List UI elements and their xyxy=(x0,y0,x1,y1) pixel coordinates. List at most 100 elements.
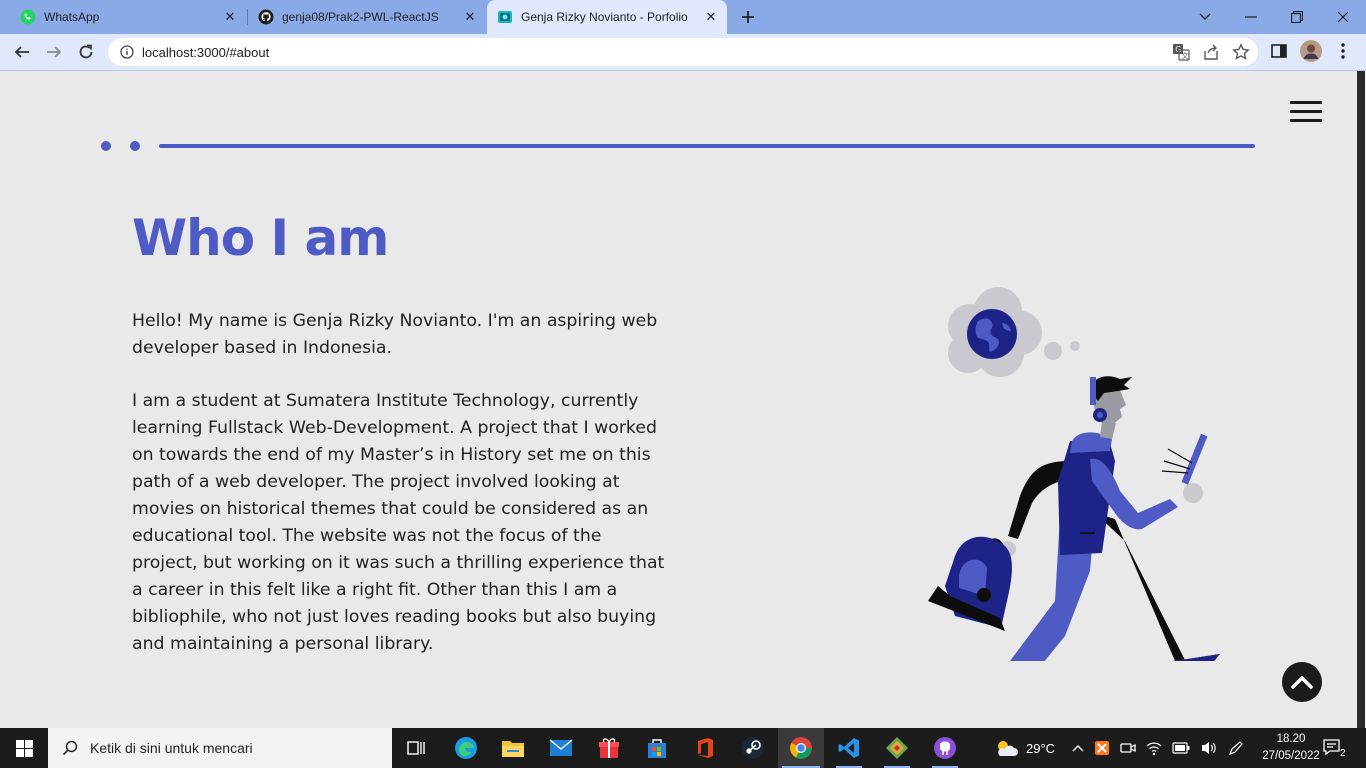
chevron-down-icon xyxy=(1199,13,1211,20)
chrome-button[interactable] xyxy=(778,728,824,768)
restore-icon xyxy=(1291,11,1303,23)
star-icon[interactable] xyxy=(1232,43,1250,61)
hand xyxy=(1183,483,1203,503)
info-icon[interactable] xyxy=(120,45,134,59)
close-icon[interactable]: ✕ xyxy=(703,9,719,25)
translate-icon[interactable]: G文 xyxy=(1172,43,1190,61)
scroll-to-top-button[interactable] xyxy=(1282,662,1322,702)
system-tray xyxy=(1072,728,1244,768)
weather-widget[interactable]: 29°C xyxy=(994,728,1055,768)
page-scrollbar[interactable] xyxy=(1356,71,1366,728)
tab-title: genja08/Prak2-PWL-ReactJS xyxy=(282,10,439,24)
scrollbar-thumb[interactable] xyxy=(1357,71,1365,728)
page-viewport: Who I am Hello! My name is Genja Rizky N… xyxy=(0,71,1356,728)
battery-icon[interactable] xyxy=(1172,742,1190,754)
url-text[interactable]: localhost:3000/#about xyxy=(142,45,269,60)
globe-icon xyxy=(967,309,1017,359)
close-icon[interactable]: ✕ xyxy=(462,9,478,25)
chevron-up-icon[interactable] xyxy=(1072,744,1084,752)
arrow-left-icon xyxy=(14,46,29,58)
decor-dot xyxy=(101,141,111,151)
edge-icon xyxy=(455,737,477,759)
whatsapp-icon xyxy=(20,9,36,25)
windows-icon xyxy=(15,739,33,757)
notification-count: 2 xyxy=(1340,747,1346,759)
clock-time: 18.20 xyxy=(1276,733,1306,745)
office-icon xyxy=(698,738,713,758)
side-panel-icon xyxy=(1271,44,1287,58)
steam-button[interactable] xyxy=(730,728,776,768)
xampp-icon[interactable] xyxy=(1094,740,1110,756)
windows-taskbar: Ketik di sini untuk mencari 29°C 18.20 2… xyxy=(0,728,1366,768)
back-button[interactable] xyxy=(8,38,36,66)
mail-icon xyxy=(549,739,573,756)
close-icon xyxy=(1337,11,1349,23)
office-button[interactable] xyxy=(682,728,728,768)
github-icon xyxy=(258,9,274,25)
new-tab-button[interactable] xyxy=(737,6,759,28)
chrome-icon xyxy=(790,737,812,759)
browser-toolbar: localhost:3000/#about G文 xyxy=(0,34,1366,71)
plus-icon xyxy=(742,11,754,23)
clock-date: 27/05/2022 xyxy=(1262,750,1320,762)
store-button[interactable] xyxy=(634,728,680,768)
hamburger-bar xyxy=(1290,101,1322,104)
notification-button[interactable]: 2 xyxy=(1322,728,1346,768)
decor-dot xyxy=(130,141,140,151)
vscode-button[interactable] xyxy=(826,728,872,768)
pen-icon[interactable] xyxy=(1228,740,1244,756)
gift-icon xyxy=(599,738,619,758)
close-icon[interactable]: ✕ xyxy=(222,9,238,25)
developer-illustration xyxy=(928,287,1220,661)
wifi-icon[interactable] xyxy=(1146,740,1162,756)
tab-whatsapp[interactable]: WhatsApp ✕ xyxy=(0,0,246,34)
hamburger-menu-button[interactable] xyxy=(1290,101,1322,123)
tab-github[interactable]: genja08/Prak2-PWL-ReactJS ✕ xyxy=(248,0,486,34)
store-icon xyxy=(648,739,666,758)
forward-button[interactable] xyxy=(40,38,68,66)
share-icon[interactable] xyxy=(1202,43,1220,61)
reload-icon xyxy=(79,44,93,59)
reload-button[interactable] xyxy=(72,38,100,66)
close-window-button[interactable] xyxy=(1320,0,1366,34)
camera-icon[interactable] xyxy=(1120,740,1136,756)
hamburger-bar xyxy=(1290,110,1322,113)
task-view-button[interactable] xyxy=(393,728,439,768)
tab-title: Genja Rizky Novianto - Porfolio xyxy=(521,10,688,24)
tab-portfolio[interactable]: Genja Rizky Novianto - Porfolio ✕ xyxy=(487,0,727,34)
edge-button[interactable] xyxy=(443,728,489,768)
profile-avatar[interactable] xyxy=(1300,40,1322,66)
headphones-band xyxy=(1090,377,1096,405)
intro-paragraph: Hello! My name is Genja Rizky Novianto. … xyxy=(132,311,658,358)
menu-button[interactable] xyxy=(1340,42,1346,64)
git-icon xyxy=(886,737,908,759)
minimize-button[interactable] xyxy=(1228,0,1274,34)
minimize-icon xyxy=(1245,16,1257,18)
hamburger-bar xyxy=(1290,119,1322,122)
address-bar[interactable]: localhost:3000/#about G文 xyxy=(108,38,1258,66)
side-panel-button[interactable] xyxy=(1270,42,1288,64)
taskbar-search[interactable]: Ketik di sini untuk mencari xyxy=(48,728,392,768)
search-icon xyxy=(62,740,78,756)
task-view-icon xyxy=(407,741,425,755)
weather-temp: 29°C xyxy=(1026,740,1056,756)
steam-icon xyxy=(742,737,764,759)
search-placeholder: Ketik di sini untuk mencari xyxy=(90,740,253,756)
github-desktop-button[interactable] xyxy=(922,728,968,768)
kebab-menu-icon xyxy=(1341,43,1345,59)
start-button[interactable] xyxy=(0,728,48,768)
vscode-icon xyxy=(838,738,859,758)
git-app-button[interactable] xyxy=(874,728,920,768)
file-explorer-button[interactable] xyxy=(490,728,536,768)
tab-search-button[interactable] xyxy=(1182,0,1228,34)
speaker-icon[interactable] xyxy=(1200,740,1218,756)
restore-button[interactable] xyxy=(1274,0,1320,34)
gift-app-button[interactable] xyxy=(586,728,632,768)
arrow-right-icon xyxy=(47,46,62,58)
clock[interactable]: 18.20 27/05/2022 xyxy=(1256,731,1326,765)
chevron-up-icon xyxy=(1291,676,1313,689)
folder-icon xyxy=(502,741,524,757)
mail-button[interactable] xyxy=(538,728,584,768)
bio-paragraph: I am a student at Sumatera Institute Tec… xyxy=(132,391,665,654)
headphones-cup xyxy=(1097,412,1103,418)
